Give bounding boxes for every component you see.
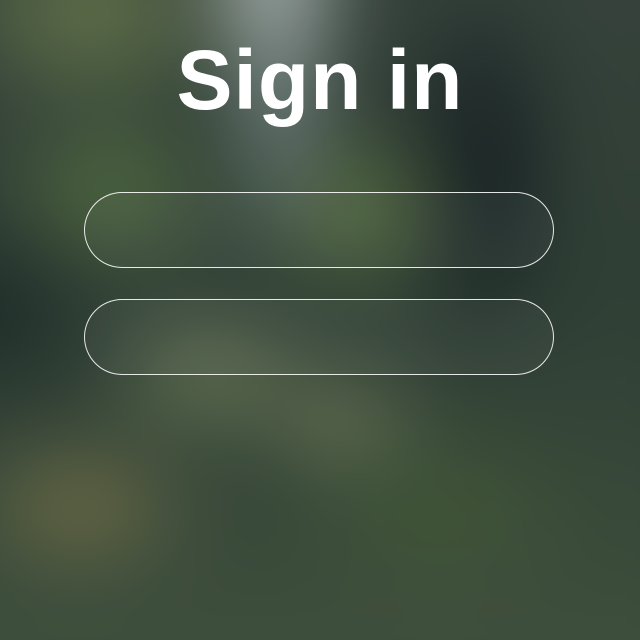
second-input[interactable]	[85, 300, 553, 374]
first-input[interactable]	[85, 193, 553, 267]
page-title: Sign in	[176, 33, 464, 127]
first-input-field[interactable]	[84, 192, 554, 268]
second-input-field[interactable]	[84, 299, 554, 375]
